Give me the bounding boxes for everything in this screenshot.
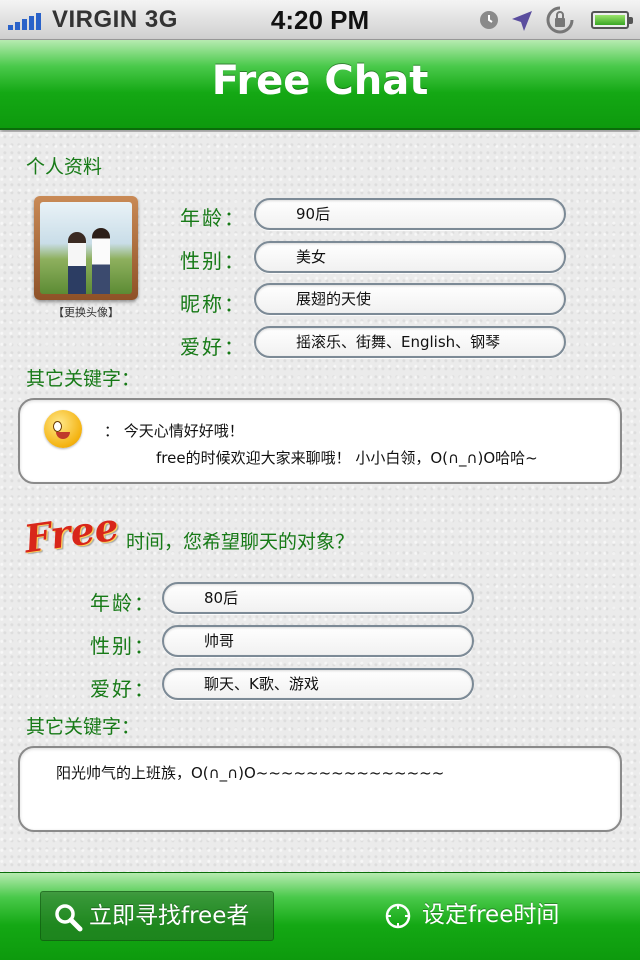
set-free-time-button-label: 设定free时间 <box>422 902 560 928</box>
target-keywords-label: 其它关键字： <box>26 716 141 738</box>
rotation-lock-icon <box>546 6 574 34</box>
profile-age-field[interactable]: 90后 <box>254 198 566 230</box>
profile-nickname-label: 昵称： <box>180 292 246 316</box>
avatar[interactable] <box>34 196 138 300</box>
bottom-toolbar: 立即寻找free者 设定free时间 <box>0 872 640 960</box>
target-question: 时间，您希望聊天的对象？ <box>126 531 355 553</box>
find-free-button[interactable]: 立即寻找free者 <box>40 891 274 941</box>
profile-keywords-label: 其它关键字： <box>26 368 141 390</box>
clock-icon <box>385 903 411 929</box>
free-logo: Free <box>21 503 122 562</box>
profile-hobby-label: 爱好： <box>180 335 246 359</box>
profile-hobby-field[interactable]: 摇滚乐、街舞、English、钢琴 <box>254 326 566 358</box>
nav-bar: Free Chat <box>0 40 640 130</box>
profile-nickname-field[interactable]: 展翅的天使 <box>254 283 566 315</box>
main-content: 个人资料 【更换头像】 年龄： 90后 性别： 美女 昵称： 展翅的天使 爱好：… <box>0 132 640 872</box>
smiley-emoticon-icon <box>44 410 82 448</box>
target-hobby-label: 爱好： <box>90 677 156 701</box>
target-keywords-box[interactable]: 阳光帅气的上班族，O(∩_∩)O~~~~~~~~~~~~~~~ <box>18 746 622 832</box>
location-arrow-icon <box>512 11 532 31</box>
profile-keywords-line2: free的时候欢迎大家来聊哦！ 小小白领，O(∩_∩)O哈哈~ <box>156 449 538 467</box>
target-hobby-field[interactable]: 聊天、K歌、游戏 <box>162 668 474 700</box>
target-keywords-text: 阳光帅气的上班族，O(∩_∩)O~~~~~~~~~~~~~~~ <box>56 764 445 782</box>
find-free-button-label: 立即寻找free者 <box>89 903 250 929</box>
avatar-photo <box>40 202 132 294</box>
change-avatar-link[interactable]: 【更换头像】 <box>34 304 138 320</box>
profile-section-title: 个人资料 <box>26 156 103 178</box>
target-gender-label: 性别： <box>90 634 156 658</box>
profile-keywords-box[interactable]: ： 今天心情好好哦！ free的时候欢迎大家来聊哦！ 小小白领，O(∩_∩)O哈… <box>18 398 622 484</box>
alarm-icon <box>480 11 498 29</box>
profile-gender-label: 性别： <box>180 249 246 273</box>
target-gender-field[interactable]: 帅哥 <box>162 625 474 657</box>
profile-gender-field[interactable]: 美女 <box>254 241 566 273</box>
status-bar: VIRGIN 3G 4:20 PM <box>0 0 640 40</box>
target-age-field[interactable]: 80后 <box>162 582 474 614</box>
target-age-label: 年龄： <box>90 591 156 615</box>
page-title: Free Chat <box>211 58 429 104</box>
battery-icon <box>591 11 633 29</box>
profile-age-label: 年龄： <box>180 206 246 230</box>
set-free-time-button[interactable]: 设定free时间 <box>382 891 602 941</box>
search-icon <box>55 904 83 932</box>
profile-keywords-line1: ： 今天心情好好哦！ <box>104 422 244 440</box>
